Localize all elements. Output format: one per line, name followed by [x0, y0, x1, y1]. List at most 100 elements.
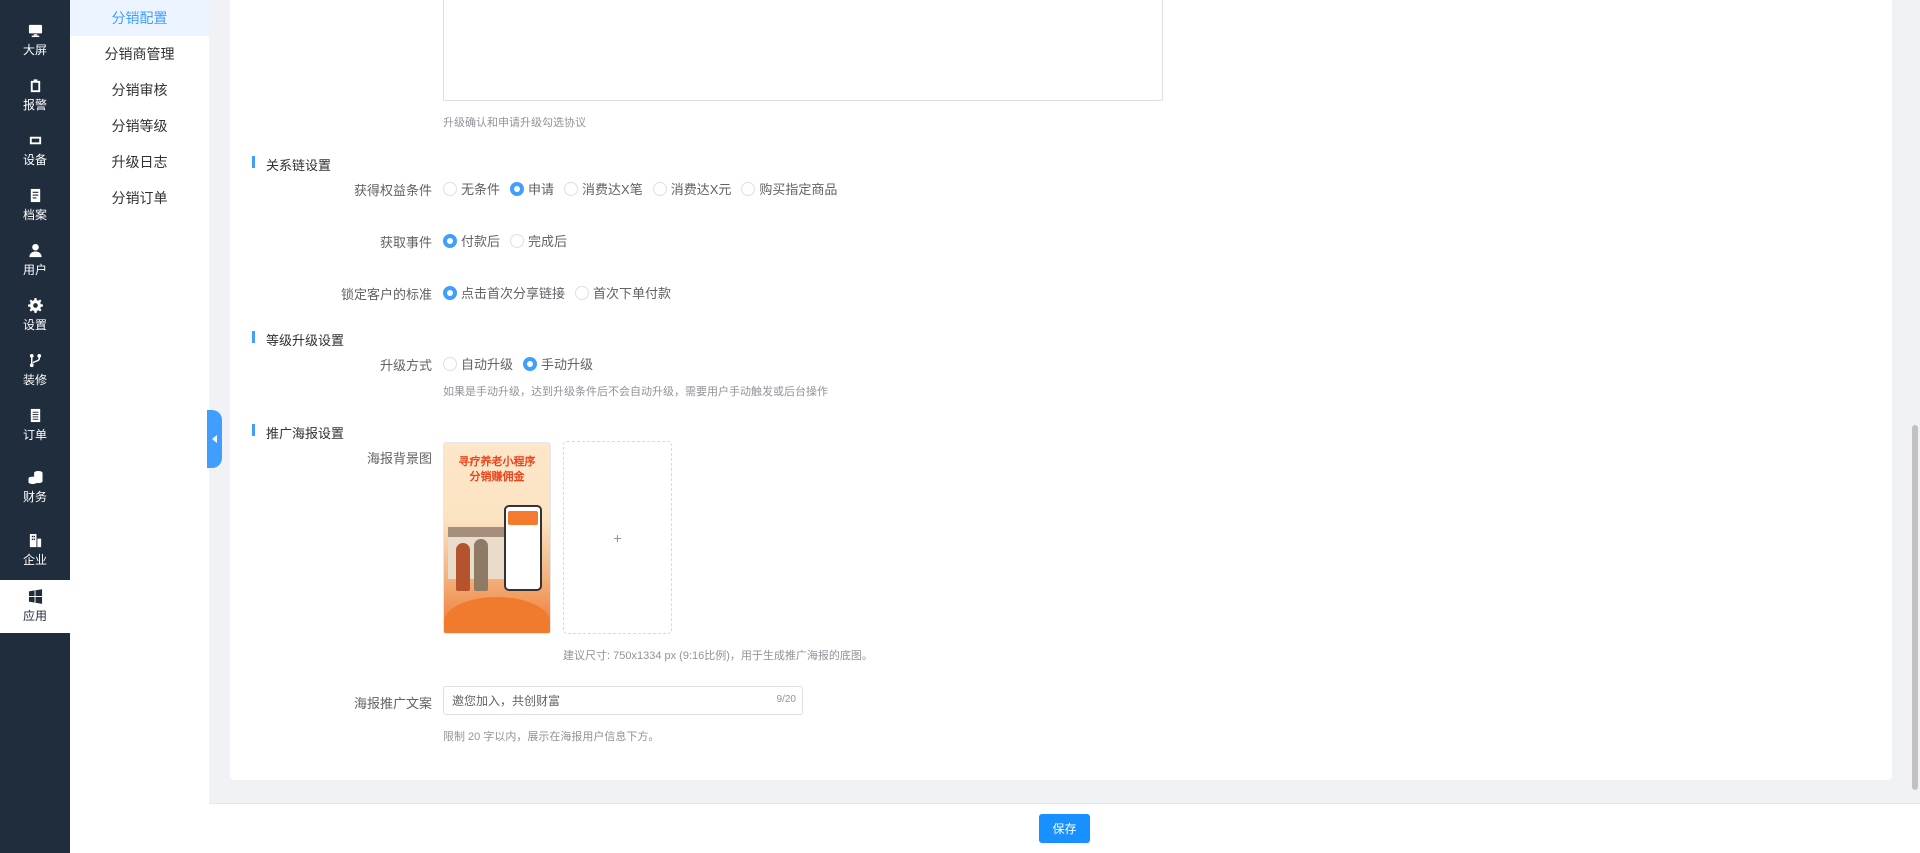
poster-size-hint: 建议尺寸: 750x1334 px (9:16比例)，用于生成推广海报的底图。: [563, 650, 873, 662]
nav-label: 报警: [22, 97, 47, 112]
radio-circle: [523, 356, 538, 371]
poster-person-graphic: [474, 539, 488, 591]
acquire-event-radio-group: 付款后 完成后: [443, 231, 577, 250]
radio-after-completion[interactable]: 完成后: [510, 231, 567, 250]
submenu-distribution-review[interactable]: 分销审核: [70, 72, 209, 108]
lock-standard-radio-group: 点击首次分享链接 首次下单付款: [443, 283, 681, 302]
clipboard-icon: [30, 78, 40, 92]
radio-circle: [443, 285, 457, 300]
submenu-distributor-management[interactable]: 分销商管理: [70, 36, 209, 72]
poster-text-label: 海报推广文案: [353, 696, 432, 711]
submenu-distribution-level[interactable]: 分销等级: [70, 108, 209, 144]
nav-item-apps[interactable]: 应用: [0, 580, 70, 633]
radio-circle: [510, 181, 525, 196]
radio-label: 点击首次分享链接: [461, 286, 566, 301]
radio-spend-x-yuan[interactable]: 消费达X元: [652, 179, 732, 198]
radio-circle: [443, 181, 457, 196]
section-title-relation: 关系链设置: [252, 155, 331, 174]
save-button[interactable]: 保存: [1039, 814, 1090, 843]
radio-label: 自动升级: [461, 357, 514, 372]
poster-floor-graphic: [444, 597, 550, 633]
nav-item-user[interactable]: 用户: [0, 235, 70, 285]
submenu-distribution-config[interactable]: 分销配置: [70, 0, 209, 36]
plus-icon: +: [613, 529, 622, 546]
radio-manual-upgrade[interactable]: 手动升级: [523, 354, 593, 373]
nav-label: 用户: [22, 262, 47, 277]
nav-label: 订单: [22, 427, 47, 442]
main-nav: 大屏 报警 设备 档案 用户 设置 装修 订单 财务 企业 应用: [0, 0, 70, 853]
nav-item-archive[interactable]: 档案: [0, 180, 70, 230]
radio-circle: [564, 181, 579, 196]
radio-label: 消费达X元: [670, 182, 732, 197]
radio-apply[interactable]: 申请: [510, 179, 554, 198]
nav-label: 设置: [22, 317, 47, 332]
radio-circle: [575, 285, 590, 300]
poster-bg-label: 海报背景图: [366, 451, 432, 466]
gear-icon: [27, 297, 43, 313]
radio-label: 付款后: [461, 234, 501, 249]
radio-first-order-payment[interactable]: 首次下单付款: [575, 283, 671, 302]
agreement-hint: 升级确认和申请升级勾选协议: [443, 117, 586, 129]
poster-title-line1: 寻疗养老小程序: [458, 456, 536, 468]
nav-label: 应用: [22, 609, 47, 623]
upgrade-method-label: 升级方式: [379, 358, 432, 373]
upgrade-method-hint: 如果是手动升级，达到升级条件后不会自动升级，需要用户手动触发或后台操作: [443, 386, 828, 398]
poster-thumb-title: 寻疗养老小程序 分销赚佣金: [444, 455, 550, 485]
page-scrollbar[interactable]: [1912, 425, 1918, 790]
nav-item-order[interactable]: 订单: [0, 400, 70, 450]
poster-text-input[interactable]: 邀您加入，共创财富 9/20: [443, 686, 803, 715]
radio-no-condition[interactable]: 无条件: [443, 179, 500, 198]
nav-item-finance[interactable]: 财务: [0, 462, 70, 512]
nav-label: 设备: [22, 152, 47, 167]
nav-label: 财务: [22, 489, 47, 504]
radio-label: 手动升级: [541, 357, 594, 372]
radio-spend-x-times[interactable]: 消费达X笔: [564, 179, 643, 198]
nav-item-settings[interactable]: 设置: [0, 290, 70, 340]
poster-title-line2: 分销赚佣金: [469, 471, 525, 483]
radio-buy-specified-product[interactable]: 购买指定商品: [741, 179, 837, 198]
user-icon: [28, 243, 42, 257]
radio-label: 购买指定商品: [759, 182, 838, 197]
windows-icon: [28, 589, 42, 604]
poster-phone-graphic: [504, 505, 542, 591]
lock-standard-label: 锁定客户的标准: [340, 287, 432, 302]
radio-after-payment[interactable]: 付款后: [443, 231, 500, 250]
radio-auto-upgrade[interactable]: 自动升级: [443, 354, 513, 373]
section-title-level-upgrade: 等级升级设置: [252, 330, 344, 349]
nav-item-enterprise[interactable]: 企业: [0, 525, 70, 575]
radio-label: 申请: [528, 182, 555, 197]
nav-item-dashboard[interactable]: 大屏: [0, 15, 70, 65]
radio-label: 完成后: [528, 234, 568, 249]
file-icon: [30, 188, 40, 202]
nav-item-alarm[interactable]: 报警: [0, 70, 70, 120]
poster-text-value: 邀您加入，共创财富: [452, 694, 561, 708]
sub-menu: 分销配置 分销商管理 分销审核 分销等级 升级日志 分销订单: [70, 0, 209, 853]
submenu-distribution-order[interactable]: 分销订单: [70, 180, 209, 216]
nav-label: 档案: [22, 207, 47, 222]
poster-background-thumbnail[interactable]: 寻疗养老小程序 分销赚佣金: [443, 442, 551, 634]
order-icon: [30, 408, 40, 422]
poster-text-hint: 限制 20 字以内，展示在海报用户信息下方。: [443, 731, 660, 743]
radio-circle: [741, 181, 756, 196]
section-title-poster: 推广海报设置: [252, 423, 344, 442]
radio-first-share-click[interactable]: 点击首次分享链接: [443, 283, 565, 302]
sidebar-collapse-handle[interactable]: [207, 410, 222, 468]
monitor-icon: [28, 24, 42, 37]
submenu-upgrade-log[interactable]: 升级日志: [70, 144, 209, 180]
poster-upload-button[interactable]: +: [563, 441, 672, 634]
radio-circle: [510, 233, 525, 248]
acquire-event-label: 获取事件: [379, 235, 432, 250]
agreement-textarea[interactable]: [443, 0, 1163, 101]
nav-item-decoration[interactable]: 装修: [0, 345, 70, 395]
radio-circle: [443, 233, 457, 248]
radio-label: 消费达X笔: [582, 182, 643, 197]
nav-label: 大屏: [22, 42, 47, 57]
nav-label: 装修: [22, 372, 47, 387]
char-counter: 9/20: [776, 694, 796, 705]
radio-label: 首次下单付款: [593, 286, 672, 301]
device-icon: [29, 136, 41, 144]
nav-item-device[interactable]: 设备: [0, 125, 70, 175]
coins-icon: [27, 470, 43, 484]
nav-label: 企业: [22, 552, 47, 567]
collapse-arrow-icon: [212, 435, 217, 443]
